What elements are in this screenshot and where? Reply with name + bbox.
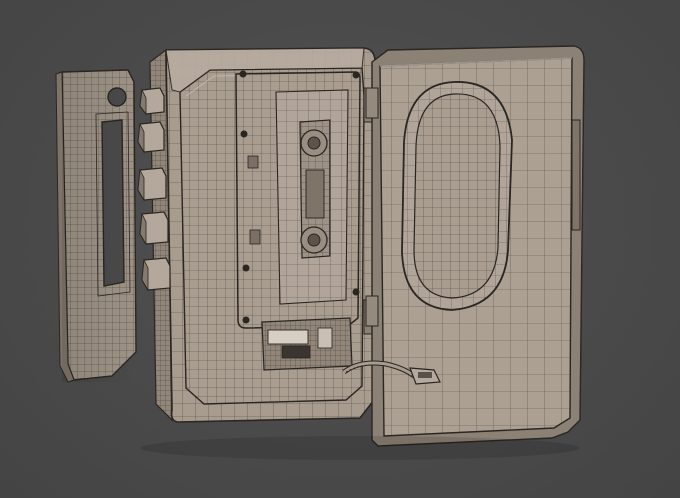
open-lid bbox=[365, 45, 585, 447]
tape-head-assembly bbox=[261, 317, 353, 371]
player-button bbox=[137, 167, 167, 202]
tape-reel bbox=[300, 226, 328, 254]
tape-reel bbox=[300, 129, 328, 157]
screw bbox=[239, 70, 247, 78]
side-panel bbox=[55, 69, 137, 383]
screw bbox=[352, 288, 360, 296]
lid-window bbox=[413, 93, 501, 299]
ground-shadow bbox=[140, 436, 580, 460]
player-button bbox=[137, 121, 165, 154]
player-button bbox=[139, 211, 169, 246]
render-viewport bbox=[0, 0, 680, 498]
cassette-tape bbox=[235, 70, 361, 329]
screw bbox=[352, 71, 360, 79]
player-button bbox=[141, 257, 171, 292]
cassette-player-render bbox=[55, 45, 585, 460]
screw bbox=[242, 316, 250, 324]
player-button bbox=[139, 87, 165, 116]
screw bbox=[242, 264, 250, 272]
screw bbox=[240, 130, 248, 138]
